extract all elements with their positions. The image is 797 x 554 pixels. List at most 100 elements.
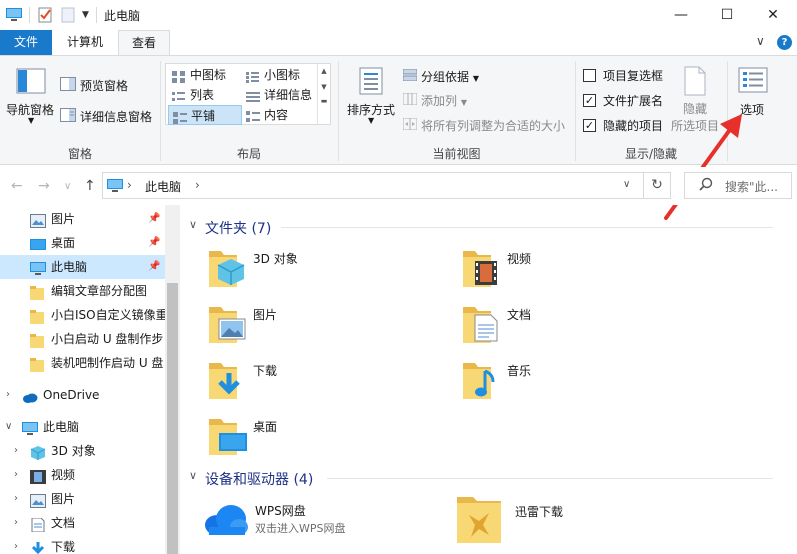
expand-icon[interactable]: ›	[6, 383, 10, 407]
expand-icon[interactable]: ›	[14, 463, 18, 487]
forward-button[interactable]: →	[38, 178, 50, 194]
sidebar-item-label: 此电脑	[51, 260, 88, 274]
folder-music[interactable]: 音乐	[461, 357, 701, 405]
layout-label: 平铺	[191, 109, 216, 123]
3d-objects-icon	[207, 245, 247, 292]
divider	[96, 7, 97, 23]
chevron-down-icon[interactable]: ▼	[368, 116, 374, 125]
customize-toolbar-icon[interactable]: ▼	[82, 6, 89, 24]
breadcrumb-separator[interactable]: ›	[195, 178, 200, 192]
sidebar-item-folder[interactable]: 编辑文章部分配图	[0, 279, 165, 303]
sidebar-item-this-pc-quick[interactable]: 此电脑 📌	[0, 255, 165, 279]
folder-3d-objects[interactable]: 3D 对象	[207, 245, 447, 293]
folder-documents[interactable]: 文档	[461, 301, 701, 349]
pictures-icon	[207, 301, 247, 348]
collapse-ribbon-icon[interactable]: ∨	[756, 34, 765, 48]
file-extensions-checkbox[interactable]: ✓	[583, 94, 596, 107]
search-box[interactable]: 搜索"此...	[684, 172, 792, 199]
sidebar-scrollbar-thumb[interactable]	[167, 283, 178, 554]
list-icon	[172, 89, 186, 101]
add-columns-button[interactable]: 添加列 ▼	[421, 92, 467, 109]
layout-list[interactable]: 列表	[168, 85, 242, 105]
layout-small-icons[interactable]: 小图标	[242, 65, 318, 85]
collapse-section-icon[interactable]: ∨	[189, 218, 197, 231]
search-input[interactable]: 搜索"此...	[725, 178, 778, 195]
group-by-button[interactable]: 分组依据 ▼	[421, 68, 479, 85]
folder-label: 视频	[507, 252, 532, 266]
sidebar-item-folder[interactable]: 装机吧制作启动 U 盘	[0, 351, 165, 375]
maximize-button[interactable]: ☐	[704, 0, 750, 30]
folder-pictures[interactable]: 图片	[207, 301, 447, 349]
layout-details[interactable]: 详细信息	[242, 85, 318, 105]
device-wps-cloud[interactable]: WPS网盘 双击进入WPS网盘	[203, 497, 443, 545]
expand-icon[interactable]: ›	[14, 535, 18, 554]
close-button[interactable]: ✕	[750, 0, 796, 30]
sidebar-item-3d-objects[interactable]: › 3D 对象	[0, 439, 165, 463]
sidebar-item-label: 文档	[51, 516, 76, 530]
details-pane-button[interactable]: 详细信息窗格	[80, 108, 152, 125]
fit-columns-button[interactable]: 将所有列调整为合适的大小	[421, 117, 565, 134]
preview-pane-button[interactable]: 预览窗格	[80, 77, 128, 94]
navigation-pane-icon	[16, 68, 46, 97]
folder-label: 音乐	[507, 364, 532, 378]
sidebar-item-documents[interactable]: › 文档	[0, 511, 165, 535]
pin-icon[interactable]: 📌	[148, 207, 160, 231]
sidebar-item-pictures-pc[interactable]: › 图片	[0, 487, 165, 511]
hidden-items-checkbox[interactable]: ✓	[583, 119, 596, 132]
address-bar[interactable]: › 此电脑 › ∨	[102, 172, 644, 199]
sidebar-item-folder[interactable]: 小白ISO自定义镜像重	[0, 303, 165, 327]
item-checkboxes-label: 项目复选框	[603, 69, 664, 83]
recent-locations-button[interactable]: ∨	[64, 181, 71, 192]
chevron-down-icon[interactable]: ▼	[28, 116, 34, 125]
pin-icon[interactable]: 📌	[148, 255, 160, 279]
layout-label: 详细信息	[264, 88, 313, 102]
help-icon[interactable]: ?	[777, 35, 792, 50]
breadcrumb-this-pc[interactable]: 此电脑	[145, 178, 181, 195]
sidebar-item-label: 视频	[51, 468, 76, 482]
sidebar-item-label: 下载	[51, 540, 76, 554]
expand-icon[interactable]: ›	[14, 511, 18, 535]
expand-icon[interactable]: ›	[14, 439, 18, 463]
tab-computer[interactable]: 计算机	[56, 30, 114, 55]
layout-tiles[interactable]: 平铺	[168, 105, 242, 125]
options-icon	[738, 67, 768, 96]
sidebar-item-videos[interactable]: › 视频	[0, 463, 165, 487]
sidebar-item-downloads[interactable]: › 下载	[0, 535, 165, 554]
sidebar-item-pictures[interactable]: 图片 📌	[0, 207, 165, 231]
address-dropdown-button[interactable]: ∨	[623, 179, 630, 190]
back-button[interactable]: ←	[11, 178, 23, 194]
sidebar-item-this-pc[interactable]: ∨ 此电脑	[0, 415, 165, 439]
sidebar-item-folder[interactable]: 小白启动 U 盘制作步	[0, 327, 165, 351]
pin-icon[interactable]: 📌	[148, 231, 160, 255]
new-folder-icon[interactable]	[61, 6, 75, 24]
collapse-icon[interactable]: ∨	[5, 415, 12, 439]
sidebar-item-onedrive[interactable]: › OneDrive	[0, 383, 165, 407]
layout-gallery-scroll[interactable]: ▲ ▼ ▬	[317, 64, 330, 124]
expand-icon[interactable]: ›	[14, 487, 18, 511]
layout-content[interactable]: 内容	[242, 105, 318, 125]
item-checkboxes-checkbox[interactable]	[583, 69, 596, 82]
device-xunlei[interactable]: 迅雷下载	[455, 495, 695, 543]
refresh-button[interactable]: ↻	[644, 172, 671, 199]
computer-icon	[107, 179, 123, 196]
wps-cloud-icon	[203, 503, 249, 540]
folder-label: 3D 对象	[253, 252, 298, 266]
sidebar-item-desktop[interactable]: 桌面 📌	[0, 231, 165, 255]
collapse-section-icon[interactable]: ∨	[189, 469, 197, 482]
folder-desktop[interactable]: 桌面	[207, 413, 447, 461]
properties-icon[interactable]	[38, 6, 53, 24]
content-scrollbar[interactable]	[780, 205, 797, 554]
tab-file[interactable]: 文件	[0, 30, 52, 55]
folder-videos[interactable]: 视频	[461, 245, 701, 293]
folder-downloads[interactable]: 下载	[207, 357, 447, 405]
layout-label: 列表	[190, 88, 215, 102]
folder-icon	[30, 356, 46, 372]
section-header-devices[interactable]: 设备和驱动器 (4)	[205, 469, 313, 489]
layout-medium-icons[interactable]: 中图标	[168, 65, 242, 85]
xunlei-icon	[455, 495, 503, 548]
tab-view[interactable]: 查看	[118, 30, 170, 55]
group-by-label: 分组依据	[421, 70, 470, 84]
up-button[interactable]: ↑	[84, 178, 96, 194]
minimize-button[interactable]: —	[658, 0, 704, 30]
section-header-folders[interactable]: 文件夹 (7)	[205, 218, 271, 238]
